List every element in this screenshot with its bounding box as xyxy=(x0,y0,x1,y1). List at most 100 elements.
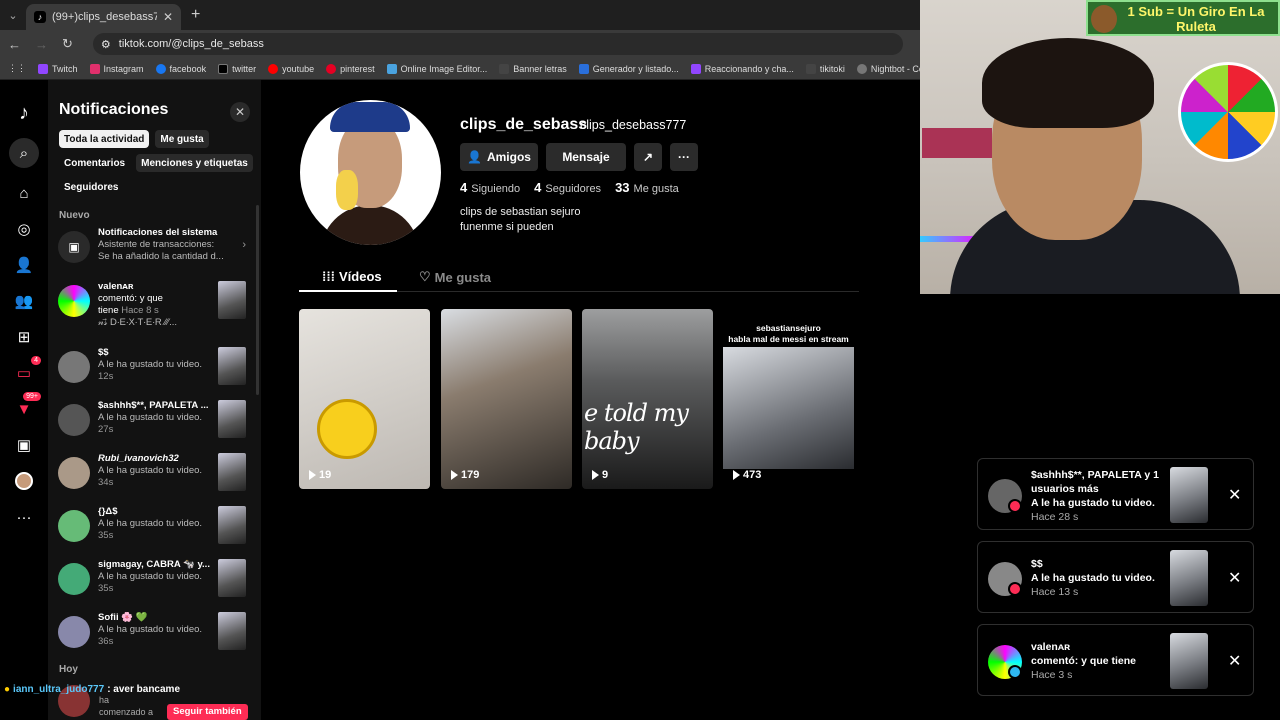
bookmark-youtube[interactable]: youtube xyxy=(268,63,314,74)
comment-icon xyxy=(1008,665,1022,679)
play-icon xyxy=(592,470,599,480)
sub-wheel-banner: 1 Sub = Un Giro En La Ruleta xyxy=(1086,0,1280,36)
twitch-icon xyxy=(690,63,701,74)
instagram-icon xyxy=(89,63,100,74)
banana xyxy=(336,170,358,210)
list-item[interactable]: sigmagay, CABRA 🐄 y... A le ha gustado t… xyxy=(58,559,246,605)
bookmark-twitch[interactable]: Twitch xyxy=(38,63,78,74)
scrollbar[interactable] xyxy=(256,205,259,395)
messages-icon[interactable]: ▭ 4 xyxy=(13,356,41,384)
bookmark-nightbot[interactable]: Nightbot - Comma... xyxy=(856,63,920,74)
bookmark-image-editor[interactable]: Online Image Editor... xyxy=(386,63,487,74)
bookmark-reaccionando[interactable]: Reaccionando y cha... xyxy=(690,63,794,74)
list-item[interactable]: {}Δ$ A le ha gustado tu video. 35s xyxy=(58,506,246,552)
site-info-icon[interactable]: ⚙ xyxy=(101,38,111,51)
chip-likes[interactable]: Me gusta xyxy=(155,130,209,148)
chip-followers[interactable]: Seguidores xyxy=(59,178,123,196)
live-icon[interactable]: ▣ xyxy=(13,434,35,456)
chevron-right-icon: › xyxy=(242,239,246,251)
browser-tab[interactable]: ♪ (99+)clips_desebass777 (@clip... ✕ xyxy=(26,4,181,30)
chip-mentions[interactable]: Menciones y etiquetas xyxy=(136,154,253,172)
bookmark-tikitoki[interactable]: tikitoki xyxy=(805,63,845,74)
image-editor-icon xyxy=(386,63,397,74)
chip-comments[interactable]: Comentarios xyxy=(59,154,130,172)
youtube-icon xyxy=(268,63,279,74)
video-card[interactable]: 179 xyxy=(441,309,572,489)
list-item[interactable]: $ashhh$**, PAPALETA ... A le ha gustado … xyxy=(58,400,246,446)
mini-avatar xyxy=(15,472,33,490)
video-card[interactable]: e told my baby 9 xyxy=(582,309,713,489)
generador-icon xyxy=(578,63,589,74)
system-notification[interactable]: ▣ Notificaciones del sistema Asistente d… xyxy=(58,227,246,273)
new-tab-icon[interactable]: + xyxy=(191,6,200,24)
tab-search-icon[interactable]: ⌄ xyxy=(0,0,26,30)
list-item[interactable]: Rubi_ivanovich32 A le ha gustado tu vide… xyxy=(58,453,246,499)
back-icon[interactable]: ← xyxy=(8,37,21,52)
profile-stats: 4 Siguiendo 4 Seguidores 33 Me gusta xyxy=(460,180,679,195)
close-icon[interactable]: ✕ xyxy=(1228,485,1241,505)
tab-liked[interactable]: ♡ Me gusta xyxy=(419,269,491,285)
video-thumbnail[interactable] xyxy=(218,347,246,385)
reload-icon[interactable]: ↻ xyxy=(62,36,73,52)
bookmark-generador[interactable]: Generador y listado... xyxy=(578,63,679,74)
toast-notification[interactable]: valenᴀʀ comentó: y que tiene Hace 3 s ✕ xyxy=(977,624,1254,696)
toast-notification[interactable]: $ashhh$**, PAPALETA y 1 usuarios más A l… xyxy=(977,458,1254,530)
video-thumbnail[interactable] xyxy=(1170,467,1208,523)
followers-stat[interactable]: 4 Seguidores xyxy=(534,180,601,195)
bookmark-facebook[interactable]: facebook xyxy=(155,63,206,74)
video-thumbnail[interactable] xyxy=(218,400,246,438)
tab-videos[interactable]: ⁞⁞⁞ Vídeos xyxy=(322,269,382,284)
close-icon[interactable]: ✕ xyxy=(230,102,250,122)
follow-back-button[interactable]: Seguir también xyxy=(167,704,248,720)
video-thumbnail[interactable] xyxy=(218,506,246,544)
forward-icon[interactable]: → xyxy=(35,37,48,52)
tab-close-icon[interactable]: ✕ xyxy=(163,10,173,24)
activity-icon[interactable]: ▼ 99+ xyxy=(13,392,41,420)
video-thumbnail[interactable] xyxy=(1170,550,1208,606)
chip-all-activity[interactable]: Toda la actividad xyxy=(59,130,150,148)
video-thumbnail[interactable] xyxy=(218,281,246,319)
url-field[interactable]: ⚙ tiktok.com/@clips_de_sebass xyxy=(92,33,903,55)
search-icon[interactable]: ⌕ xyxy=(9,138,39,168)
video-card[interactable]: 19 xyxy=(299,309,430,489)
bookmarks-bar: ⋮⋮ Twitch Instagram facebook twitter you… xyxy=(0,58,920,80)
bookmark-pinterest[interactable]: pinterest xyxy=(326,63,375,74)
apps-icon[interactable]: ⋮⋮ xyxy=(8,63,26,74)
list-item[interactable]: Sofii 🌸 💚 A le ha gustado tu video. 36s xyxy=(58,612,246,658)
list-item[interactable]: valenᴀʀ comentó: y que tiene Hace 8 s 𝓃𝓈… xyxy=(58,281,246,337)
profile-avatar-icon[interactable] xyxy=(13,470,35,492)
bookmark-twitter[interactable]: twitter xyxy=(218,63,256,74)
video-card[interactable]: sebastiansejuro habla mal de messi en st… xyxy=(723,309,854,489)
view-count: 473 xyxy=(743,469,762,481)
message-button[interactable]: Mensaje xyxy=(546,143,626,171)
share-icon[interactable]: ↗ xyxy=(634,143,662,171)
more-icon[interactable]: ··· xyxy=(13,506,35,528)
tiktok-logo-icon[interactable]: ♪ xyxy=(13,102,35,124)
video-thumbnail[interactable] xyxy=(218,612,246,650)
following-icon[interactable]: 👤 xyxy=(13,254,35,276)
close-icon[interactable]: ✕ xyxy=(1228,568,1241,588)
toast-notification[interactable]: $$ A le ha gustado tu video. Hace 13 s ✕ xyxy=(977,541,1254,613)
video-thumbnail[interactable] xyxy=(1170,633,1208,689)
stream-chat-message: ● iann_ultra_judo777 : aver bancame xyxy=(4,684,181,695)
list-item[interactable]: $$ A le ha gustado tu video. 12s xyxy=(58,347,246,393)
following-stat[interactable]: 4 Siguiendo xyxy=(460,180,520,195)
url-text: tiktok.com/@clips_de_sebass xyxy=(118,38,264,50)
explore-icon[interactable]: ◎ xyxy=(13,218,35,240)
bookmark-instagram[interactable]: Instagram xyxy=(89,63,144,74)
play-icon xyxy=(451,470,458,480)
video-thumbnail[interactable] xyxy=(218,453,246,491)
system-icon: ▣ xyxy=(58,231,90,263)
profile-avatar[interactable] xyxy=(300,100,441,245)
home-icon[interactable]: ⌂ xyxy=(13,182,35,204)
profile-bio: clips de sebastian sejuro funenme si pue… xyxy=(460,206,581,233)
close-icon[interactable]: ✕ xyxy=(1228,651,1241,671)
profile-handle: clips_desebass777 xyxy=(580,118,687,132)
upload-icon[interactable]: ⊞ xyxy=(13,326,35,348)
video-thumbnail[interactable] xyxy=(218,559,246,597)
friends-icon[interactable]: 👥 xyxy=(13,290,35,312)
bookmark-banner-letras[interactable]: Banner letras xyxy=(499,63,567,74)
friends-button[interactable]: 👤 Amigos xyxy=(460,143,538,171)
more-options-icon[interactable]: ··· xyxy=(670,143,698,171)
profile-tabs: ⁞⁞⁞ Vídeos ♡ Me gusta xyxy=(299,262,859,292)
